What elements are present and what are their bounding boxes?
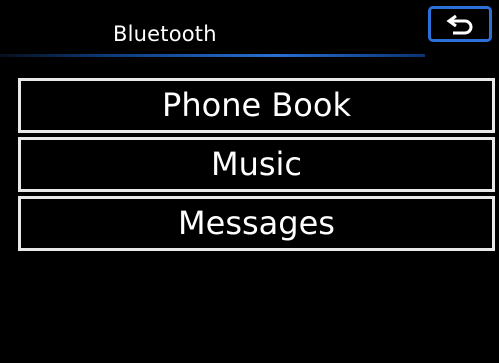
menu-item-messages[interactable]: Messages xyxy=(18,196,495,251)
header-divider xyxy=(0,54,425,57)
menu-item-music[interactable]: Music xyxy=(18,137,495,192)
back-arrow-icon xyxy=(446,14,473,35)
page-title: Bluetooth xyxy=(113,22,217,46)
menu-item-phone-book[interactable]: Phone Book xyxy=(18,78,495,133)
menu-item-label: Music xyxy=(210,145,303,183)
menu-item-label: Messages xyxy=(178,204,335,242)
menu-item-label: Phone Book xyxy=(162,86,351,124)
back-button[interactable] xyxy=(428,6,492,42)
header-bar: Bluetooth xyxy=(0,0,499,60)
